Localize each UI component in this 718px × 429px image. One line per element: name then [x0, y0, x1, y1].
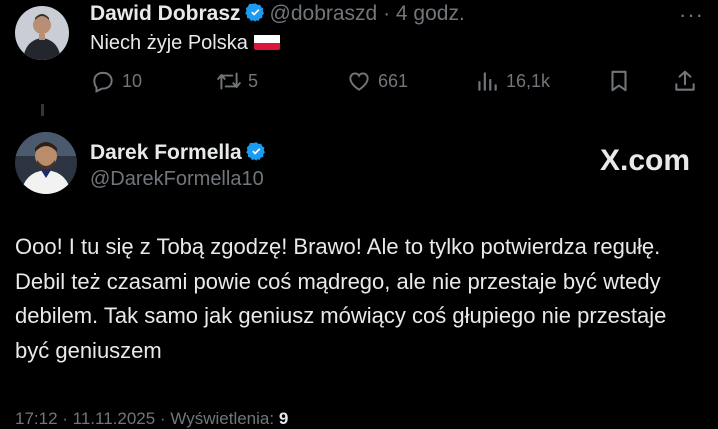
like-count: 661 [378, 70, 409, 91]
verified-badge-icon [244, 2, 266, 23]
tweet1-text: Niech żyje Polska [90, 32, 280, 55]
tweet1-handle[interactable]: @dobraszd [270, 2, 378, 25]
avatar-dawid-dobrasz[interactable] [15, 6, 69, 60]
tweet2-meta: 17:12 · 11.11.2025 · Wyświetlenia: 9 [15, 409, 288, 429]
tweet1-author: Dawid Dobrasz @dobraszd · 4 godz. [90, 2, 465, 26]
poland-flag-icon [253, 34, 280, 50]
tweet1-action-bar: 10 5 661 16,1k [90, 68, 710, 96]
retweet-count: 5 [248, 70, 259, 91]
views-button[interactable]: 16,1k [474, 68, 550, 94]
views-count: 16,1k [506, 70, 551, 91]
tweet2-text: Ooo! I tu się z Tobą zgodzę! Brawo! Ale … [15, 234, 667, 363]
tweet2-timestamp[interactable]: 17:12 · 11.11.2025 · Wyświetlenia: [15, 409, 279, 428]
tweet2-handle[interactable]: @DarekFormella10 [90, 168, 264, 191]
avatar-darek-formella[interactable] [15, 132, 77, 194]
reply-icon [93, 71, 113, 93]
tweet2-author: Darek Formella [90, 141, 271, 165]
share-icon [675, 70, 695, 91]
bookmark-icon [611, 70, 627, 92]
tweet1-text-content: Niech żyje Polska [90, 32, 248, 54]
tweet1-time[interactable]: · 4 godz. [383, 2, 465, 25]
bookmark-button[interactable] [606, 68, 638, 94]
thread-connector-line [41, 104, 44, 116]
reply-button[interactable]: 10 [90, 68, 142, 94]
like-button[interactable]: 661 [346, 68, 408, 94]
x-com-text: X.com [599, 144, 690, 177]
reply-count: 10 [122, 70, 143, 91]
tweet2-views: 9 [278, 409, 289, 428]
verified-badge-icon [246, 141, 267, 162]
heart-icon [349, 72, 369, 91]
more-dots-icon[interactable]: ··· [679, 2, 704, 28]
retweet-button[interactable]: 5 [216, 68, 258, 94]
retweet-icon [217, 72, 241, 90]
views-chart-icon [478, 72, 497, 91]
share-button[interactable] [672, 68, 704, 94]
tweet2-author-name[interactable]: Darek Formella [90, 141, 242, 164]
tweet1-author-name[interactable]: Dawid Dobrasz [90, 2, 241, 25]
x-com-logo: X.com [600, 144, 690, 178]
